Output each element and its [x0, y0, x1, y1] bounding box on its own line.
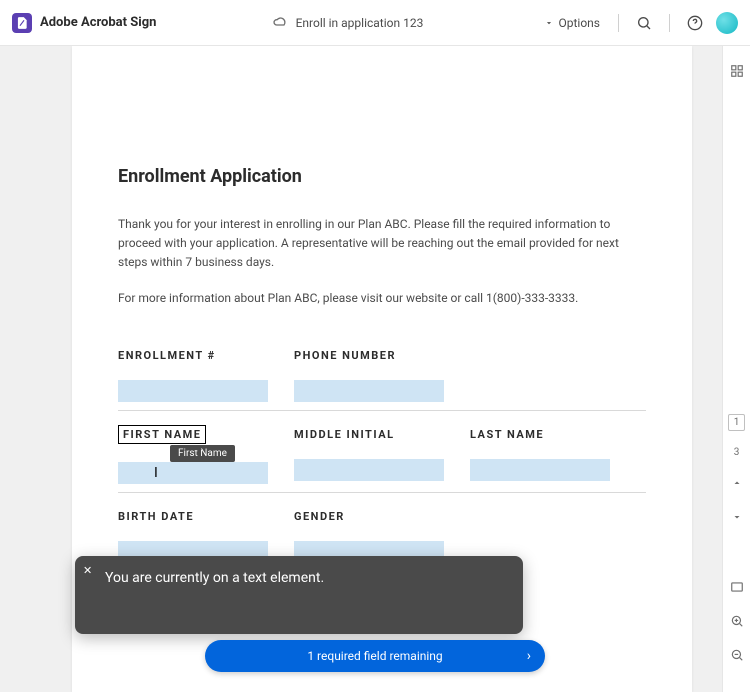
chevron-down-icon: [731, 511, 743, 523]
intro-paragraph-1: Thank you for your interest in enrolling…: [118, 215, 646, 273]
hint-text: You are currently on a text element.: [105, 570, 505, 586]
required-fields-status[interactable]: 1 required field remaining ›: [205, 640, 545, 672]
status-text: 1 required field remaining: [307, 649, 442, 663]
form-row-1: ENROLLMENT # PHONE NUMBER: [118, 332, 646, 411]
panel-toggle-button[interactable]: [728, 62, 746, 80]
accessibility-hint: ✕ You are currently on a text element.: [75, 556, 523, 634]
options-dropdown[interactable]: Options: [538, 12, 606, 34]
form-row-2: FIRST NAME First Name I MIDDLE INITIAL L…: [118, 411, 646, 493]
cloud-icon: [272, 13, 288, 33]
enrollment-number-field[interactable]: [118, 380, 268, 402]
enrollment-form: ENROLLMENT # PHONE NUMBER FIRST NAME Fir…: [118, 332, 646, 571]
divider: [618, 14, 619, 32]
page-number-total: 3: [734, 447, 740, 458]
close-hint-button[interactable]: ✕: [83, 564, 92, 577]
chevron-down-icon: [544, 18, 554, 28]
top-bar: Adobe Acrobat Sign Enroll in application…: [0, 0, 750, 46]
label-middle-initial: MIDDLE INITIAL: [294, 428, 395, 441]
label-enrollment: ENROLLMENT #: [118, 349, 216, 362]
user-avatar[interactable]: [716, 12, 738, 34]
zoom-in-icon: [730, 614, 744, 628]
chevron-right-icon: ›: [527, 648, 531, 664]
first-name-field[interactable]: [118, 462, 268, 484]
grid-icon: [730, 64, 744, 78]
help-icon: [687, 15, 703, 31]
search-icon: [636, 15, 652, 31]
chevron-up-icon: [731, 477, 743, 489]
label-phone: PHONE NUMBER: [294, 349, 396, 362]
zoom-in-button[interactable]: [728, 612, 746, 630]
field-tooltip: First Name: [170, 445, 235, 462]
document-title: Enroll in application 123: [296, 16, 424, 30]
fit-icon: [730, 580, 744, 594]
text-cursor-icon: I: [154, 465, 158, 481]
header-right-controls: Options: [538, 10, 738, 36]
app-logo-icon: [12, 13, 32, 33]
page-number-current[interactable]: 1: [728, 414, 746, 431]
zoom-out-button[interactable]: [728, 646, 746, 664]
help-button[interactable]: [682, 10, 708, 36]
divider: [669, 14, 670, 32]
search-button[interactable]: [631, 10, 657, 36]
phone-number-field[interactable]: [294, 380, 444, 402]
fit-width-button[interactable]: [728, 578, 746, 596]
last-name-field[interactable]: [470, 459, 610, 481]
scroll-down-button[interactable]: [728, 508, 746, 526]
document-title-wrap: Enroll in application 123: [156, 13, 538, 33]
label-gender: GENDER: [294, 510, 345, 523]
options-label: Options: [558, 16, 600, 30]
page-heading: Enrollment Application: [118, 166, 646, 187]
app-name: Adobe Acrobat Sign: [40, 15, 156, 30]
right-tool-rail: 1 3: [722, 46, 750, 692]
scroll-up-button[interactable]: [728, 474, 746, 492]
label-birth-date: BIRTH DATE: [118, 510, 194, 523]
zoom-out-icon: [730, 648, 744, 662]
intro-paragraph-2: For more information about Plan ABC, ple…: [118, 289, 646, 308]
middle-initial-field[interactable]: [294, 459, 444, 481]
label-last-name: LAST NAME: [470, 428, 544, 441]
